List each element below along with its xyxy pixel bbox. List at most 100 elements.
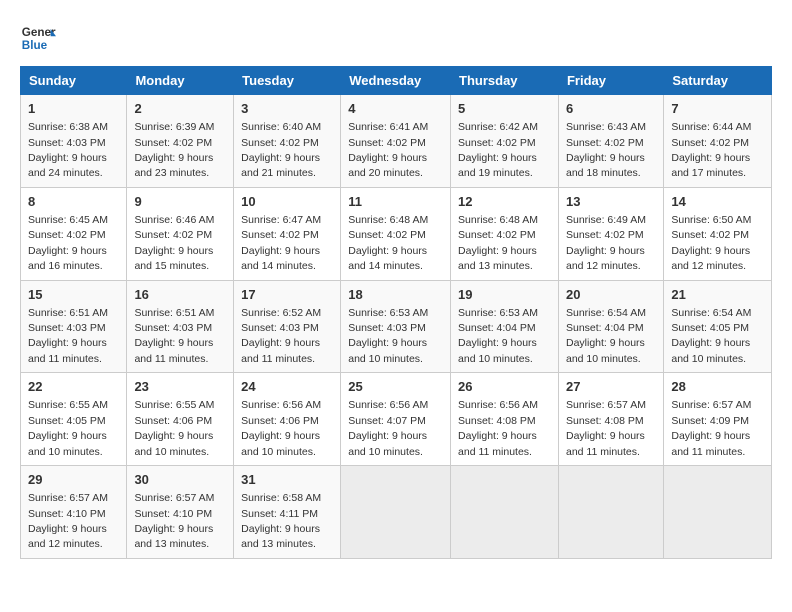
page-header: General Blue xyxy=(20,20,772,56)
day-detail: Sunrise: 6:50 AMSunset: 4:02 PMDaylight:… xyxy=(671,214,751,272)
calendar-day-11: 11 Sunrise: 6:48 AMSunset: 4:02 PMDayligh… xyxy=(341,187,451,280)
day-number: 20 xyxy=(566,286,656,304)
calendar-day-14: 14 Sunrise: 6:50 AMSunset: 4:02 PMDayligh… xyxy=(664,187,772,280)
col-header-sunday: Sunday xyxy=(21,67,127,95)
calendar-day-3: 3 Sunrise: 6:40 AMSunset: 4:02 PMDaylight… xyxy=(234,95,341,188)
day-detail: Sunrise: 6:43 AMSunset: 4:02 PMDaylight:… xyxy=(566,121,646,179)
calendar-day-17: 17Sunrise: 6:52 AMSunset: 4:03 PMDayligh… xyxy=(234,280,341,373)
day-detail: Sunrise: 6:56 AMSunset: 4:08 PMDaylight:… xyxy=(458,399,538,457)
calendar-day-9: 9 Sunrise: 6:46 AMSunset: 4:02 PMDaylight… xyxy=(127,187,234,280)
day-number: 25 xyxy=(348,378,443,396)
day-detail: Sunrise: 6:39 AMSunset: 4:02 PMDaylight:… xyxy=(134,121,214,179)
logo: General Blue xyxy=(20,20,56,56)
calendar-day-31: 31 Sunrise: 6:58 AMSunset: 4:11 PMDayligh… xyxy=(234,466,341,559)
day-detail: Sunrise: 6:47 AMSunset: 4:02 PMDaylight:… xyxy=(241,214,321,272)
day-number: 3 xyxy=(241,100,333,118)
calendar-day-22: 22 Sunrise: 6:55 AMSunset: 4:05 PMDayligh… xyxy=(21,373,127,466)
day-number: 5 xyxy=(458,100,551,118)
day-number: 18 xyxy=(348,286,443,304)
day-number: 31 xyxy=(241,471,333,489)
calendar-body: 1 Sunrise: 6:38 AMSunset: 4:03 PMDaylight… xyxy=(21,95,772,559)
calendar-day-16: 16 Sunrise: 6:51 AMSunset: 4:03 PMDayligh… xyxy=(127,280,234,373)
calendar-day-5: 5 Sunrise: 6:42 AMSunset: 4:02 PMDaylight… xyxy=(451,95,559,188)
day-number: 12 xyxy=(458,193,551,211)
day-number: 2 xyxy=(134,100,226,118)
calendar-day-19: 19 Sunrise: 6:53 AMSunset: 4:04 PMDayligh… xyxy=(451,280,559,373)
day-detail: Sunrise: 6:38 AMSunset: 4:03 PMDaylight:… xyxy=(28,121,108,179)
calendar-empty xyxy=(341,466,451,559)
logo-icon: General Blue xyxy=(20,20,56,56)
day-number: 10 xyxy=(241,193,333,211)
day-detail: Sunrise: 6:54 AMSunset: 4:05 PMDaylight:… xyxy=(671,307,751,365)
day-number: 27 xyxy=(566,378,656,396)
day-detail: Sunrise: 6:49 AMSunset: 4:02 PMDaylight:… xyxy=(566,214,646,272)
col-header-monday: Monday xyxy=(127,67,234,95)
day-detail: Sunrise: 6:56 AMSunset: 4:06 PMDaylight:… xyxy=(241,399,321,457)
calendar-day-18: 18 Sunrise: 6:53 AMSunset: 4:03 PMDayligh… xyxy=(341,280,451,373)
calendar-day-29: 29Sunrise: 6:57 AMSunset: 4:10 PMDayligh… xyxy=(21,466,127,559)
col-header-saturday: Saturday xyxy=(664,67,772,95)
day-number: 16 xyxy=(134,286,226,304)
day-number: 28 xyxy=(671,378,764,396)
day-number: 15 xyxy=(28,286,119,304)
day-number: 26 xyxy=(458,378,551,396)
col-header-wednesday: Wednesday xyxy=(341,67,451,95)
day-detail: Sunrise: 6:58 AMSunset: 4:11 PMDaylight:… xyxy=(241,492,321,550)
day-detail: Sunrise: 6:56 AMSunset: 4:07 PMDaylight:… xyxy=(348,399,428,457)
day-detail: Sunrise: 6:48 AMSunset: 4:02 PMDaylight:… xyxy=(348,214,428,272)
col-header-friday: Friday xyxy=(558,67,663,95)
day-detail: Sunrise: 6:46 AMSunset: 4:02 PMDaylight:… xyxy=(134,214,214,272)
calendar-day-23: 23 Sunrise: 6:55 AMSunset: 4:06 PMDayligh… xyxy=(127,373,234,466)
col-header-tuesday: Tuesday xyxy=(234,67,341,95)
day-detail: Sunrise: 6:51 AMSunset: 4:03 PMDaylight:… xyxy=(134,307,214,365)
calendar-week-2: 8 Sunrise: 6:45 AMSunset: 4:02 PMDaylight… xyxy=(21,187,772,280)
calendar-day-24: 24 Sunrise: 6:56 AMSunset: 4:06 PMDayligh… xyxy=(234,373,341,466)
calendar-day-12: 12 Sunrise: 6:48 AMSunset: 4:02 PMDayligh… xyxy=(451,187,559,280)
col-header-thursday: Thursday xyxy=(451,67,559,95)
day-number: 9 xyxy=(134,193,226,211)
day-number: 4 xyxy=(348,100,443,118)
calendar-day-1: 1 Sunrise: 6:38 AMSunset: 4:03 PMDaylight… xyxy=(21,95,127,188)
day-number: 29 xyxy=(28,471,119,489)
calendar-day-7: 7Sunrise: 6:44 AMSunset: 4:02 PMDaylight… xyxy=(664,95,772,188)
day-detail: Sunrise: 6:53 AMSunset: 4:03 PMDaylight:… xyxy=(348,307,428,365)
day-detail: Sunrise: 6:57 AMSunset: 4:09 PMDaylight:… xyxy=(671,399,751,457)
calendar-day-25: 25 Sunrise: 6:56 AMSunset: 4:07 PMDayligh… xyxy=(341,373,451,466)
day-detail: Sunrise: 6:48 AMSunset: 4:02 PMDaylight:… xyxy=(458,214,538,272)
day-detail: Sunrise: 6:44 AMSunset: 4:02 PMDaylight:… xyxy=(671,121,751,179)
day-number: 11 xyxy=(348,193,443,211)
day-number: 19 xyxy=(458,286,551,304)
day-detail: Sunrise: 6:51 AMSunset: 4:03 PMDaylight:… xyxy=(28,307,108,365)
day-number: 14 xyxy=(671,193,764,211)
calendar-header-row: SundayMondayTuesdayWednesdayThursdayFrid… xyxy=(21,67,772,95)
day-number: 30 xyxy=(134,471,226,489)
calendar-week-4: 22 Sunrise: 6:55 AMSunset: 4:05 PMDayligh… xyxy=(21,373,772,466)
day-detail: Sunrise: 6:57 AMSunset: 4:10 PMDaylight:… xyxy=(134,492,214,550)
day-number: 1 xyxy=(28,100,119,118)
day-detail: Sunrise: 6:42 AMSunset: 4:02 PMDaylight:… xyxy=(458,121,538,179)
calendar-day-10: 10 Sunrise: 6:47 AMSunset: 4:02 PMDayligh… xyxy=(234,187,341,280)
calendar-day-6: 6 Sunrise: 6:43 AMSunset: 4:02 PMDaylight… xyxy=(558,95,663,188)
day-number: 6 xyxy=(566,100,656,118)
day-detail: Sunrise: 6:53 AMSunset: 4:04 PMDaylight:… xyxy=(458,307,538,365)
day-number: 8 xyxy=(28,193,119,211)
day-number: 24 xyxy=(241,378,333,396)
day-number: 21 xyxy=(671,286,764,304)
day-number: 13 xyxy=(566,193,656,211)
day-detail: Sunrise: 6:55 AMSunset: 4:05 PMDaylight:… xyxy=(28,399,108,457)
day-detail: Sunrise: 6:40 AMSunset: 4:02 PMDaylight:… xyxy=(241,121,321,179)
day-detail: Sunrise: 6:45 AMSunset: 4:02 PMDaylight:… xyxy=(28,214,108,272)
calendar-day-20: 20Sunrise: 6:54 AMSunset: 4:04 PMDayligh… xyxy=(558,280,663,373)
calendar-table: SundayMondayTuesdayWednesdayThursdayFrid… xyxy=(20,66,772,559)
day-detail: Sunrise: 6:41 AMSunset: 4:02 PMDaylight:… xyxy=(348,121,428,179)
day-number: 22 xyxy=(28,378,119,396)
calendar-day-4: 4 Sunrise: 6:41 AMSunset: 4:02 PMDaylight… xyxy=(341,95,451,188)
calendar-day-13: 13 Sunrise: 6:49 AMSunset: 4:02 PMDayligh… xyxy=(558,187,663,280)
day-number: 23 xyxy=(134,378,226,396)
calendar-day-30: 30 Sunrise: 6:57 AMSunset: 4:10 PMDayligh… xyxy=(127,466,234,559)
calendar-day-26: 26 Sunrise: 6:56 AMSunset: 4:08 PMDayligh… xyxy=(451,373,559,466)
calendar-day-2: 2 Sunrise: 6:39 AMSunset: 4:02 PMDaylight… xyxy=(127,95,234,188)
calendar-day-27: 27Sunrise: 6:57 AMSunset: 4:08 PMDayligh… xyxy=(558,373,663,466)
calendar-empty xyxy=(451,466,559,559)
day-detail: Sunrise: 6:55 AMSunset: 4:06 PMDaylight:… xyxy=(134,399,214,457)
